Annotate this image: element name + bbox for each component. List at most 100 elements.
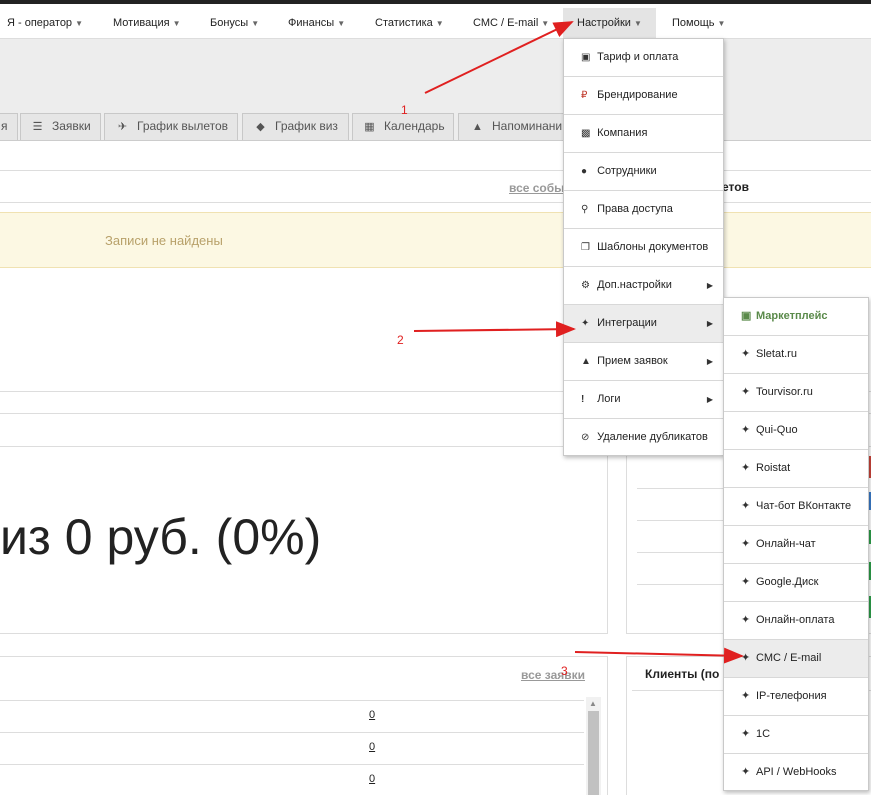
- plug-icon: ✦: [741, 652, 751, 664]
- submenu-item-sletat[interactable]: ✦ Sletat.ru: [724, 336, 868, 374]
- chevron-down-icon: ▼: [251, 19, 260, 28]
- submenu-item-online-payment[interactable]: ✦ Онлайн-оплата: [724, 602, 868, 640]
- plug-icon: ✦: [741, 424, 751, 436]
- nav-statistics[interactable]: Статистика ▼: [375, 8, 444, 38]
- ban-icon: ⊘: [581, 432, 590, 443]
- calendar-icon: ▦: [364, 121, 375, 133]
- scroll-up-icon[interactable]: ▲: [589, 699, 597, 708]
- all-events-link[interactable]: все собы: [509, 181, 564, 195]
- chevron-down-icon: ▼: [717, 19, 726, 28]
- annotation-label-3: 3: [561, 664, 568, 678]
- chevron-right-icon: ▶: [706, 281, 713, 290]
- chevron-down-icon: ▼: [75, 19, 83, 28]
- exclamation-icon: !: [581, 394, 585, 405]
- nav-settings[interactable]: Настройки ▼: [563, 8, 656, 38]
- tab-visa-schedule[interactable]: ◆ График виз: [242, 113, 349, 140]
- annotation-label-1: 1: [401, 103, 408, 117]
- submenu-item-qui-quo[interactable]: ✦ Qui-Quo: [724, 412, 868, 450]
- submenu-item-online-chat[interactable]: ✦ Онлайн-чат: [724, 526, 868, 564]
- table-row-value[interactable]: 0: [369, 773, 375, 785]
- plug-icon: ✦: [741, 576, 751, 588]
- menu-item-remove-duplicates[interactable]: ⊘ Удаление дубликатов: [564, 419, 723, 457]
- nav-help[interactable]: Помощь ▼: [672, 8, 725, 38]
- plug-icon: ✦: [581, 318, 590, 329]
- divider: [0, 700, 584, 701]
- clients-title: Клиенты (по: [645, 667, 720, 681]
- copy-icon: ❐: [581, 242, 590, 253]
- annotation-arrow-2: [413, 321, 576, 338]
- submenu-item-marketplace[interactable]: ▣ Маркетплейс: [724, 298, 868, 336]
- sitemap-icon: ▲: [581, 356, 591, 367]
- menu-item-document-templates[interactable]: ❐ Шаблоны документов: [564, 229, 723, 267]
- plug-icon: ✦: [741, 728, 751, 740]
- scrollbar[interactable]: ▲: [586, 697, 601, 795]
- top-navigation: Я - оператор ▼ Мотивация ▼ Бонусы ▼ Финансы…: [0, 0, 871, 39]
- key-icon: ⚲: [581, 204, 589, 215]
- menu-item-tariff[interactable]: ▣ Тариф и оплата: [564, 39, 723, 77]
- submenu-item-roistat[interactable]: ✦ Roistat: [724, 450, 868, 488]
- menu-item-access-rights[interactable]: ⚲ Права доступа: [564, 191, 723, 229]
- all-requests-link[interactable]: все заявки: [521, 668, 585, 682]
- submenu-item-google-drive[interactable]: ✦ Google.Диск: [724, 564, 868, 602]
- chevron-down-icon: ▼: [337, 19, 346, 28]
- gear-icon: ⚙: [581, 280, 590, 291]
- requests-panel: [0, 656, 608, 795]
- menu-item-employees[interactable]: ● Сотрудники: [564, 153, 723, 191]
- header-band: [0, 39, 871, 109]
- menu-item-company[interactable]: ▩ Компания: [564, 115, 723, 153]
- divider: [0, 391, 610, 392]
- users-icon: ●: [581, 166, 588, 177]
- integrations-submenu: ▣ Маркетплейс ✦ Sletat.ru ✦ Tourvisor.ru ✦ Q…: [723, 297, 869, 791]
- submenu-item-vk-chatbot[interactable]: ✦ Чат-бот ВКонтакте: [724, 488, 868, 526]
- plug-icon: ✦: [741, 766, 751, 778]
- bell-icon: ▲: [472, 121, 483, 133]
- chevron-down-icon: ▼: [633, 19, 642, 28]
- settings-dropdown: ▣ Тариф и оплата ₽ Брендирование ▩ Компа…: [563, 38, 724, 456]
- plug-icon: ✦: [741, 386, 751, 398]
- plane-icon: ✈: [117, 121, 128, 133]
- nav-bonuses[interactable]: Бонусы ▼: [210, 8, 259, 38]
- chevron-right-icon: ▶: [706, 395, 713, 404]
- tab-requests[interactable]: ☰ Заявки: [20, 113, 101, 140]
- menu-item-request-intake[interactable]: ▲ Прием заявок ▶: [564, 343, 723, 381]
- table-row-value[interactable]: 0: [369, 709, 375, 721]
- plug-icon: ✦: [741, 614, 751, 626]
- submenu-item-1c[interactable]: ✦ 1С: [724, 716, 868, 754]
- submenu-item-tourvisor[interactable]: ✦ Tourvisor.ru: [724, 374, 868, 412]
- nav-operator[interactable]: Я - оператор ▼: [7, 8, 83, 38]
- plug-icon: ✦: [741, 500, 751, 512]
- scrollbar-thumb[interactable]: [588, 711, 599, 795]
- summary-amount: из 0 руб. (0%): [0, 509, 322, 565]
- tab-partial[interactable]: я: [0, 113, 18, 140]
- shopping-bag-icon: ▣: [741, 310, 752, 322]
- divider: [0, 202, 871, 203]
- chevron-down-icon: ▼: [435, 19, 444, 28]
- plug-icon: ✦: [741, 462, 751, 474]
- tab-calendar[interactable]: ▦ Календарь: [352, 113, 454, 140]
- submenu-item-ip-telephony[interactable]: ✦ IP-телефония: [724, 678, 868, 716]
- chevron-down-icon: ▼: [541, 19, 550, 28]
- submenu-item-sms-email[interactable]: ✦ СМС / E-mail: [724, 640, 868, 678]
- chevron-down-icon: ▼: [172, 19, 181, 28]
- nav-finance[interactable]: Финансы ▼: [288, 8, 345, 38]
- menu-item-integrations[interactable]: ✦ Интеграции ▶: [564, 305, 723, 343]
- chevron-right-icon: ▶: [706, 319, 713, 328]
- tab-strip: я ☰ Заявки ✈ График вылетов ◆ График виз ▦ К…: [0, 109, 871, 141]
- nav-motivation[interactable]: Мотивация ▼: [113, 8, 181, 38]
- tab-flights-schedule[interactable]: ✈ График вылетов: [104, 113, 238, 140]
- table-row-value[interactable]: 0: [369, 741, 375, 753]
- submenu-item-api-webhooks[interactable]: ✦ API / WebHooks: [724, 754, 868, 792]
- building-icon: ▩: [581, 128, 591, 139]
- empty-message: Записи не найдены: [105, 233, 223, 248]
- nav-sms-email[interactable]: СМС / E-mail ▼: [473, 8, 549, 38]
- menu-item-extra-settings[interactable]: ⚙ Доп.настройки ▶: [564, 267, 723, 305]
- plug-icon: ✦: [741, 348, 751, 360]
- divider: [0, 732, 584, 733]
- tag-icon: ◆: [256, 121, 265, 133]
- menu-item-logs[interactable]: ! Логи ▶: [564, 381, 723, 419]
- chevron-right-icon: ▶: [706, 357, 713, 366]
- menu-item-branding[interactable]: ₽ Брендирование: [564, 77, 723, 115]
- tab-reminders[interactable]: ▲ Напоминани: [458, 113, 568, 140]
- plug-icon: ✦: [741, 690, 751, 702]
- annotation-label-2: 2: [397, 333, 404, 347]
